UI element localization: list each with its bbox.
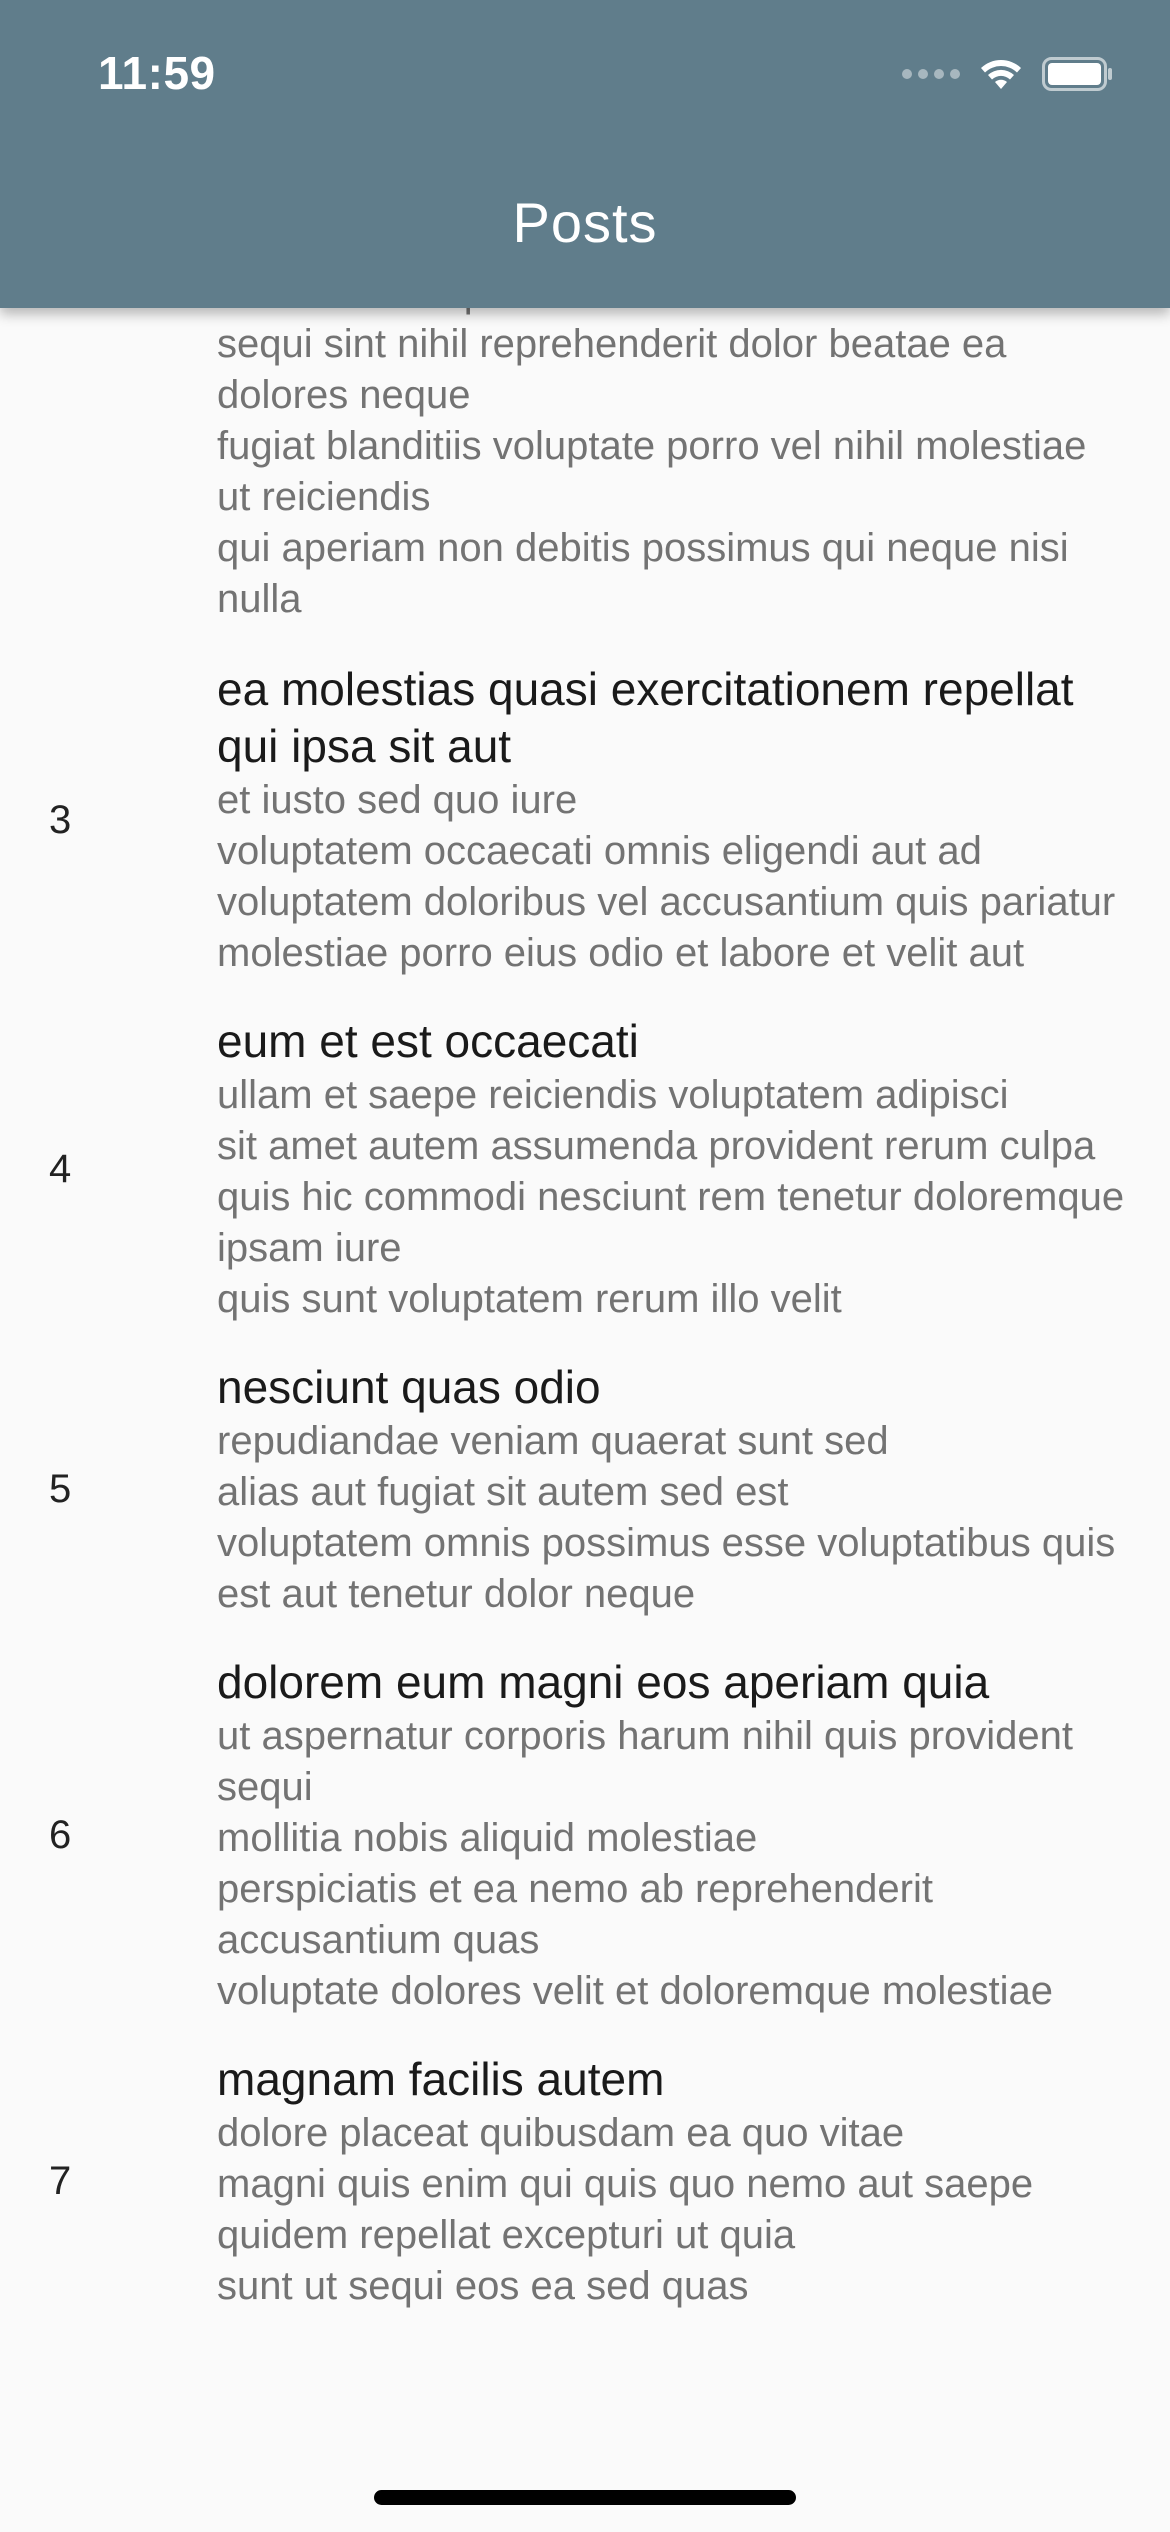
post-title: magnam facilis autem <box>217 2053 665 2105</box>
post-title: eum et est occaecati <box>217 1015 639 1067</box>
page-title: Posts <box>512 191 658 254</box>
post-body: et iusto sed quo iure voluptatem occaeca… <box>217 778 1116 975</box>
list-item[interactable]: 7 magnam facilis autem dolore placeat qu… <box>0 2035 1170 2330</box>
post-content: nesciunt quas odio repudiandae veniam qu… <box>217 1359 1170 1620</box>
status-icons <box>902 52 1114 96</box>
list-item[interactable]: 4 eum et est occaecati ullam et saepe re… <box>0 997 1170 1343</box>
post-content: est rerum tempore vitae sequi sint nihil… <box>217 268 1170 625</box>
status-time: 11:59 <box>98 47 216 99</box>
wifi-icon <box>981 60 1021 89</box>
post-content: dolorem eum magni eos aperiam quia ut as… <box>217 1654 1170 2017</box>
post-id: 6 <box>49 1813 72 1857</box>
post-id: 7 <box>49 2159 72 2203</box>
list-item[interactable]: 3 ea molestias quasi exercitationem repe… <box>0 645 1170 997</box>
post-body: ullam et saepe reiciendis voluptatem adi… <box>217 1073 1125 1321</box>
post-body: repudiandae veniam quaerat sunt sed alia… <box>217 1419 1116 1616</box>
battery-icon <box>1042 57 1112 91</box>
post-title: nesciunt quas odio <box>217 1361 601 1413</box>
post-content: magnam facilis autem dolore placeat quib… <box>217 2051 1170 2312</box>
post-title: dolorem eum magni eos aperiam quia <box>217 1656 990 1708</box>
post-body: dolore placeat quibusdam ea quo vitae ma… <box>217 2111 1034 2308</box>
home-indicator[interactable] <box>374 2490 796 2505</box>
post-content: ea molestias quasi exercitationem repell… <box>217 661 1170 979</box>
list-item[interactable]: est rerum tempore vitae sequi sint nihil… <box>0 268 1170 645</box>
post-id <box>0 268 217 625</box>
post-body: est rerum tempore vitae sequi sint nihil… <box>217 271 1087 621</box>
app-header: 11:59 Posts <box>0 0 1170 308</box>
post-id: 3 <box>49 797 72 842</box>
post-id: 5 <box>49 1467 72 1511</box>
list-item[interactable]: 6 dolorem eum magni eos aperiam quia ut … <box>0 1638 1170 2035</box>
list-item[interactable]: 5 nesciunt quas odio repudiandae veniam … <box>0 1343 1170 1638</box>
app-screen: 11:59 Posts est rerum tempore vitae sequ… <box>0 0 1170 2532</box>
cellular-signal-icon <box>902 69 960 79</box>
post-id: 4 <box>49 1146 72 1191</box>
post-title: ea molestias quasi exercitationem repell… <box>217 663 1074 772</box>
posts-list[interactable]: est rerum tempore vitae sequi sint nihil… <box>0 268 1170 2330</box>
post-body: ut aspernatur corporis harum nihil quis … <box>217 1714 1073 2013</box>
post-content: eum et est occaecati ullam et saepe reic… <box>217 1013 1170 1325</box>
